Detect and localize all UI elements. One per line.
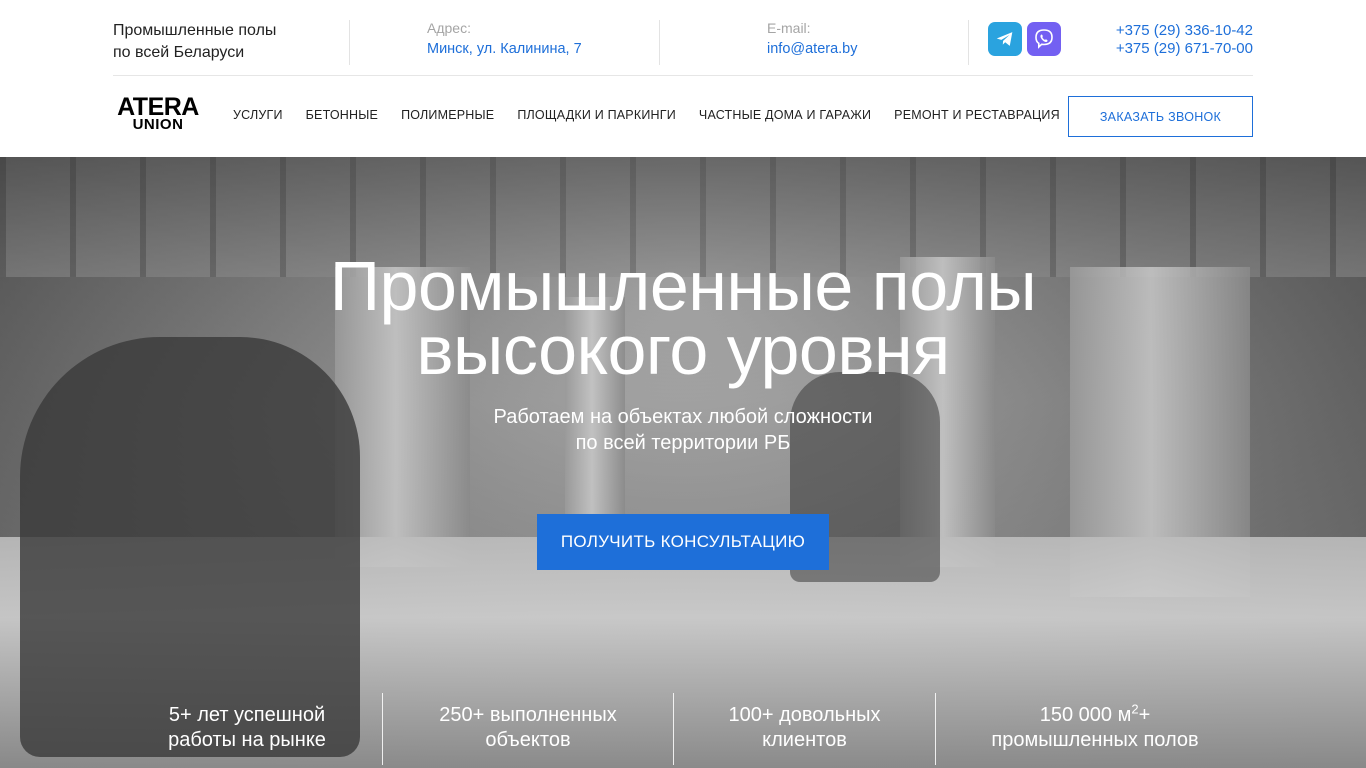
divider: [968, 20, 969, 65]
top-bar-inner: Промышленные полы по всей Беларуси Адрес…: [113, 0, 1253, 76]
order-call-button[interactable]: ЗАКАЗАТЬ ЗВОНОК: [1068, 96, 1253, 137]
email-block: E-mail: info@atera.by: [767, 18, 858, 60]
nav-item-repair[interactable]: РЕМОНТ И РЕСТАВРАЦИЯ: [894, 108, 1060, 122]
top-bar: Промышленные полы по всей Беларуси Адрес…: [0, 0, 1366, 76]
telegram-icon[interactable]: [988, 22, 1022, 56]
stat-line1: 5+ лет успешной: [168, 704, 326, 726]
phone-link-2[interactable]: +375 (29) 671-70-00: [1116, 40, 1253, 58]
divider: [659, 20, 660, 65]
stat-area: 150 000 м2+ промышленных полов: [936, 701, 1254, 753]
tagline-line2: по всей Беларуси: [113, 44, 245, 61]
tagline: Промышленные полы по всей Беларуси: [113, 20, 313, 64]
phones: +375 (29) 336-10-42 +375 (29) 671-70-00: [1116, 22, 1253, 58]
stats-bar: 5+ лет успешной работы на рынке 250+ вып…: [0, 693, 1366, 768]
nav-item-private-houses[interactable]: ЧАСТНЫЕ ДОМА И ГАРАЖИ: [699, 108, 871, 122]
tagline-line1: Промышленные полы: [113, 22, 277, 39]
nav-item-polymer[interactable]: ПОЛИМЕРНЫЕ: [401, 108, 494, 122]
stat-experience: 5+ лет успешной работы на рынке: [112, 703, 382, 753]
stat-line2: работы на рынке: [168, 729, 326, 751]
nav-item-parkings[interactable]: ПЛОЩАДКИ И ПАРКИНГИ: [517, 108, 676, 122]
logo-top-text: ATERA: [117, 93, 199, 121]
nav-item-concrete[interactable]: БЕТОННЫЕ: [306, 108, 378, 122]
stat-area-sup: 2: [1131, 701, 1139, 717]
address-link[interactable]: Минск, ул. Калинина, 7: [427, 38, 582, 60]
stat-projects: 250+ выполненных объектов: [383, 703, 673, 753]
hero-title-line1: Промышленные полы: [329, 247, 1037, 325]
divider: [349, 20, 350, 65]
hero: Промышленные полы высокого уровня Работа…: [0, 157, 1366, 768]
get-consultation-button[interactable]: ПОЛУЧИТЬ КОНСУЛЬТАЦИЮ: [537, 514, 829, 570]
stat-line1: 150 000 м2+: [936, 701, 1254, 728]
nav-item-services[interactable]: УСЛУГИ: [233, 108, 283, 122]
nav-bar: ATERA UNION УСЛУГИ БЕТОННЫЕ ПОЛИМЕРНЫЕ П…: [0, 76, 1366, 157]
stat-line2: промышленных полов: [991, 729, 1199, 751]
stat-clients: 100+ довольных клиентов: [674, 703, 935, 753]
hero-title: Промышленные полы высокого уровня: [0, 247, 1366, 389]
email-label: E-mail:: [767, 20, 811, 36]
address-label: Адрес:: [427, 20, 471, 36]
hero-subtitle: Работаем на объектах любой сложности по …: [0, 404, 1366, 456]
email-link[interactable]: info@atera.by: [767, 38, 858, 60]
stat-line2: клиентов: [762, 729, 847, 751]
telegram-glyph: [996, 32, 1013, 46]
viber-glyph: [1035, 29, 1053, 49]
logo[interactable]: ATERA UNION: [113, 93, 203, 133]
hero-title-line2: высокого уровня: [416, 311, 950, 389]
main-nav: УСЛУГИ БЕТОННЫЕ ПОЛИМЕРНЫЕ ПЛОЩАДКИ И ПА…: [233, 108, 1060, 122]
hero-subtitle-line2: по всей территории РБ: [575, 432, 791, 454]
hero-subtitle-line1: Работаем на объектах любой сложности: [493, 406, 873, 428]
stat-line2: объектов: [485, 729, 571, 751]
phone-link-1[interactable]: +375 (29) 336-10-42: [1116, 22, 1253, 40]
stat-line1: 100+ довольных: [728, 704, 881, 726]
stat-line1: 250+ выполненных: [439, 704, 617, 726]
viber-icon[interactable]: [1027, 22, 1061, 56]
stat-area-plus: +: [1138, 704, 1151, 726]
address-block: Адрес: Минск, ул. Калинина, 7: [427, 18, 582, 60]
stat-area-value: 150 000 м: [1039, 704, 1132, 726]
